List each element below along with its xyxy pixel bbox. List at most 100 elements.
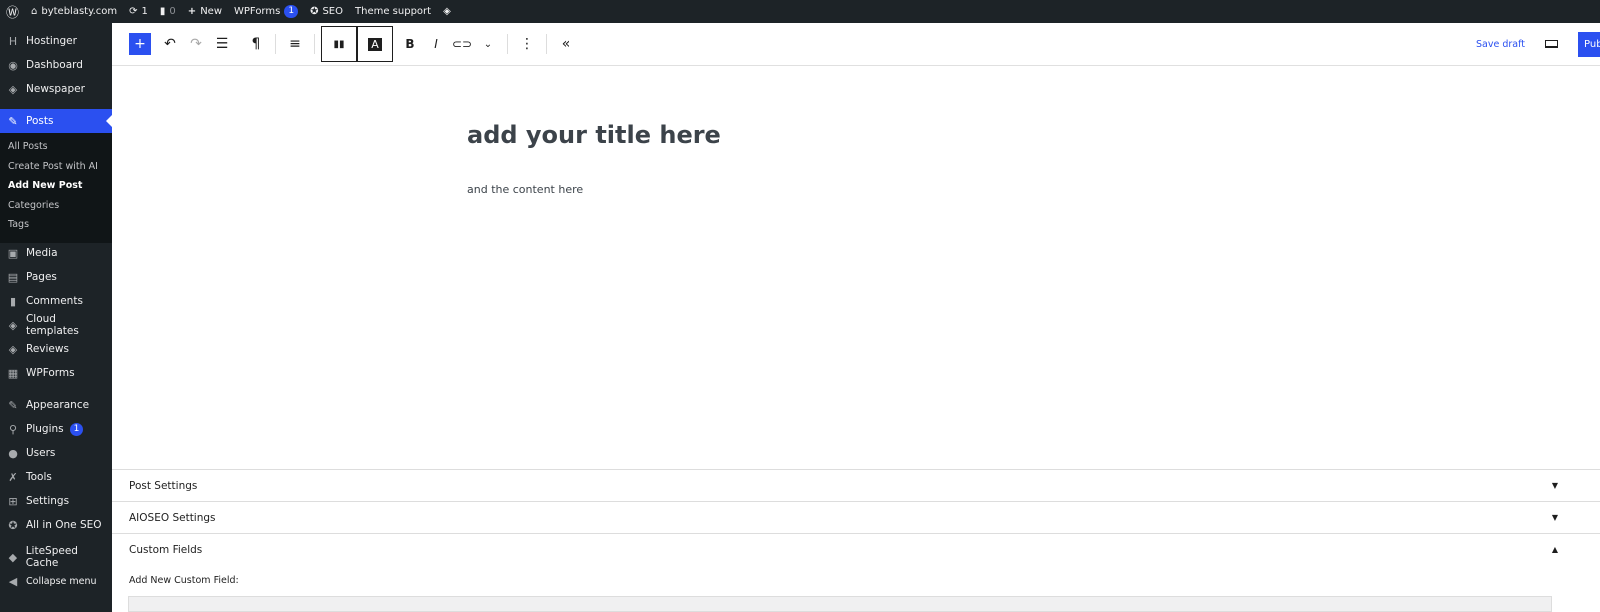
sidebar-item-pages[interactable]: ▤ Pages (0, 265, 112, 289)
site-link[interactable]: ⌂ byteblasty.com (25, 0, 123, 23)
refresh-icon: ⟳ (129, 6, 138, 17)
caret-up-icon: ▲ (1551, 545, 1558, 554)
add-custom-field-label: Add New Custom Field: (129, 575, 239, 586)
more-vertical-icon: ⋮ (520, 36, 534, 52)
post-title[interactable]: add your title here (467, 121, 721, 149)
submenu-tags[interactable]: Tags (0, 215, 112, 235)
menu-icon: ● (8, 446, 18, 460)
text-color-icon: A (368, 37, 382, 51)
menu-icon: ▤ (7, 270, 19, 284)
wordpress-icon: Ⓦ (6, 6, 20, 21)
divider (275, 34, 276, 54)
posts-submenu: All Posts Create Post with AI Add New Post… (0, 133, 112, 243)
menu-icon: ◈ (8, 82, 18, 96)
submenu-create-post-with-ai[interactable]: Create Post with AI (0, 157, 112, 177)
link-icon: ⊂⊃ (451, 37, 473, 51)
italic-button[interactable]: I (423, 31, 449, 57)
redo-button[interactable]: ↷ (183, 31, 209, 57)
align-left-icon: ≡ (289, 36, 301, 52)
divider (314, 34, 315, 54)
options-button[interactable]: ⋮ (514, 31, 540, 57)
comments-link[interactable]: ▮ 0 (154, 0, 182, 23)
post-content-paragraph[interactable]: and the content here (467, 183, 583, 196)
align-button[interactable]: ≡ (282, 31, 308, 57)
text-color-button[interactable]: A (357, 26, 393, 62)
sidebar-item-posts[interactable]: ✎ Posts (0, 109, 112, 133)
menu-icon: ▮ (9, 294, 17, 308)
diamond-icon: ◈ (443, 6, 451, 17)
updates-link[interactable]: ⟳ 1 (123, 0, 154, 23)
sidebar-item-collapse-menu[interactable]: ◀ Collapse menu (0, 569, 112, 593)
menu-icon: ◉ (8, 58, 18, 72)
sidebar-item-hostinger[interactable]: H Hostinger (0, 29, 112, 53)
wpforms-link[interactable]: WPForms 1 (228, 0, 304, 23)
admin-bar: Ⓦ ⌂ byteblasty.com ⟳ 1 ▮ 0 + New WPForms 1 ✪ S… (0, 0, 1600, 23)
theme-diamond-button[interactable]: ◈ (437, 0, 457, 23)
sidebar-item-tools[interactable]: ✗ Tools (0, 465, 112, 489)
seo-link[interactable]: ✪ SEO (304, 0, 349, 23)
undo-button[interactable]: ↶ (157, 31, 183, 57)
sidebar-item-comments[interactable]: ▮ Comments (0, 289, 112, 313)
more-formats-button[interactable]: ⌄ (475, 31, 501, 57)
sidebar-item-reviews[interactable]: ◈ Reviews (0, 337, 112, 361)
sidebar-item-media[interactable]: ▣ Media (0, 241, 112, 265)
laptop-icon (1545, 40, 1558, 48)
link-button[interactable]: ⊂⊃ (449, 31, 475, 57)
undo-icon: ↶ (164, 36, 176, 52)
pause-icon: ▮▮ (333, 38, 345, 50)
preview-button[interactable] (1545, 38, 1558, 51)
bold-button[interactable]: B (397, 31, 423, 57)
wordpress-logo-button[interactable]: Ⓦ (0, 0, 25, 23)
pilcrow-icon: ¶ (251, 36, 261, 52)
pause-button[interactable]: ▮▮ (321, 26, 357, 62)
sidebar-item-settings[interactable]: ⊞ Settings (0, 489, 112, 513)
submenu-categories[interactable]: Categories (0, 196, 112, 216)
chevron-double-left-icon: « (561, 36, 571, 52)
menu-icon: ✪ (8, 518, 18, 532)
sidebar-item-users[interactable]: ● Users (0, 441, 112, 465)
plugins-badge: 1 (69, 422, 84, 436)
home-icon: ⌂ (31, 6, 38, 17)
caret-down-icon: ▼ (1551, 481, 1558, 490)
menu-icon: ▦ (7, 366, 19, 380)
custom-field-input[interactable] (128, 596, 1552, 612)
submenu-add-new-post[interactable]: Add New Post (0, 176, 112, 196)
sidebar-item-newspaper[interactable]: ◈ Newspaper (0, 77, 112, 101)
list-view-icon: ☰ (215, 36, 229, 52)
add-block-button[interactable]: + (129, 33, 151, 55)
post-settings-panel[interactable]: Post Settings ▼ (112, 469, 1600, 501)
menu-icon: ✎ (8, 398, 18, 412)
aioseo-settings-panel[interactable]: AIOSEO Settings ▼ (112, 501, 1600, 533)
sidebar-item-litespeed-cache[interactable]: ◆ LiteSpeed Cache (0, 545, 112, 569)
document-overview-button[interactable]: ☰ (209, 31, 235, 57)
menu-icon: H (8, 34, 18, 48)
new-link[interactable]: + New (182, 0, 228, 23)
paragraph-block-button[interactable]: ¶ (243, 31, 269, 57)
aioseo-icon: ✪ (310, 6, 319, 17)
plus-icon: + (134, 36, 146, 52)
sidebar-item-plugins[interactable]: ⚲ Plugins 1 (0, 417, 112, 441)
admin-sidebar: H Hostinger ◉ Dashboard ◈ Newspaper ✎ Posts ▣ Med… (0, 23, 112, 612)
save-draft-button[interactable]: Save draft (1476, 39, 1525, 50)
comment-icon: ▮ (159, 6, 166, 17)
menu-icon: ✗ (8, 470, 18, 484)
menu-icon: ▣ (7, 246, 19, 260)
publish-button[interactable]: Publish (1578, 32, 1600, 57)
sidebar-item-all-in-one-seo[interactable]: ✪ All in One SEO (0, 513, 112, 537)
collapse-toolbar-button[interactable]: « (553, 31, 579, 57)
menu-icon: ⊞ (8, 494, 18, 508)
sidebar-item-cloud-templates[interactable]: ◈ Cloud templates (0, 313, 112, 337)
chevron-down-icon: ⌄ (483, 38, 493, 50)
sidebar-item-wpforms[interactable]: ▦ WPForms (0, 361, 112, 385)
wpforms-badge: 1 (284, 5, 299, 18)
bold-icon: B (405, 37, 415, 51)
menu-icon: ✎ (8, 114, 18, 128)
sidebar-item-appearance[interactable]: ✎ Appearance (0, 393, 112, 417)
submenu-all-posts[interactable]: All Posts (0, 137, 112, 157)
menu-icon: ⚲ (8, 422, 18, 436)
italic-icon: I (434, 37, 438, 51)
plus-icon: + (187, 6, 197, 17)
theme-support-link[interactable]: Theme support (349, 0, 437, 23)
custom-fields-panel[interactable]: Custom Fields ▲ (112, 533, 1600, 565)
sidebar-item-dashboard[interactable]: ◉ Dashboard (0, 53, 112, 77)
